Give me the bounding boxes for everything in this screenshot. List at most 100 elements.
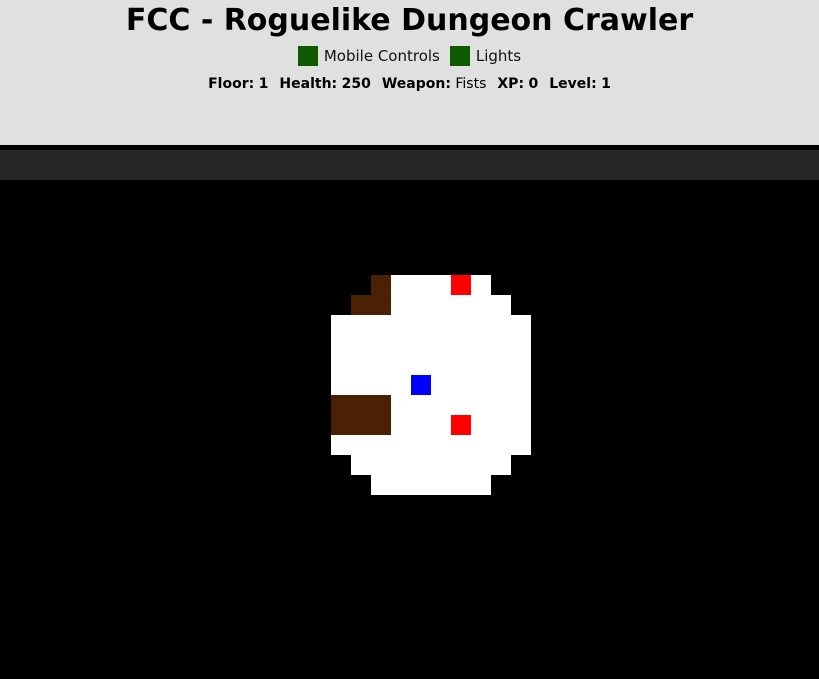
floor-tile	[391, 455, 411, 475]
floor-tile	[331, 355, 351, 375]
floor-tile	[331, 335, 351, 355]
floor-tile	[411, 275, 431, 295]
floor-tile	[471, 475, 491, 495]
floor-tile	[451, 315, 471, 335]
floor-tile	[511, 395, 531, 415]
floor-tile	[371, 435, 391, 455]
stat-weapon: Weapon: Fists	[382, 76, 487, 92]
stat-level-label: Level:	[549, 76, 597, 92]
floor-tile	[511, 375, 531, 395]
floor-tile	[411, 415, 431, 435]
floor-tile	[491, 435, 511, 455]
floor-tile	[431, 295, 451, 315]
floor-tile	[451, 295, 471, 315]
dungeon-board[interactable]	[0, 180, 819, 679]
floor-tile	[391, 475, 411, 495]
floor-tile	[491, 375, 511, 395]
floor-tile	[431, 375, 451, 395]
floor-tile	[451, 475, 471, 495]
floor-tile	[411, 355, 431, 375]
stat-health-value: 250	[341, 76, 371, 92]
floor-tile	[491, 295, 511, 315]
floor-tile	[391, 275, 411, 295]
stat-weapon-label: Weapon:	[381, 76, 451, 92]
floor-tile	[391, 355, 411, 375]
floor-tile	[411, 315, 431, 335]
floor-tile	[491, 355, 511, 375]
wall-tile	[371, 395, 391, 415]
mobile-controls-toggle[interactable]: Mobile Controls	[297, 46, 440, 66]
mobile-controls-checkbox[interactable]	[297, 46, 318, 66]
floor-tile	[431, 335, 451, 355]
enemy-tile	[451, 415, 471, 435]
floor-tile	[511, 435, 531, 455]
floor-tile	[471, 375, 491, 395]
floor-tile	[331, 315, 351, 335]
stat-health-label: Health:	[279, 76, 338, 92]
floor-tile	[351, 355, 371, 375]
stat-floor-label: Floor:	[208, 76, 255, 92]
floor-tile	[331, 375, 351, 395]
wall-tile	[371, 415, 391, 435]
wall-tile	[351, 415, 371, 435]
floor-tile	[471, 275, 491, 295]
floor-tile	[431, 315, 451, 335]
floor-tile	[351, 315, 371, 335]
floor-tile	[411, 395, 431, 415]
floor-tile	[351, 455, 371, 475]
game-header: FCC - Roguelike Dungeon Crawler Mobile C…	[0, 0, 819, 145]
floor-tile	[351, 435, 371, 455]
floor-tile	[371, 455, 391, 475]
lights-checkbox[interactable]	[449, 46, 470, 66]
floor-tile	[451, 335, 471, 355]
floor-tile	[511, 415, 531, 435]
wall-tile	[351, 295, 371, 315]
floor-tile	[391, 335, 411, 355]
wall-tile	[331, 395, 351, 415]
floor-tile	[431, 455, 451, 475]
floor-tile	[371, 335, 391, 355]
floor-tile	[511, 315, 531, 335]
stat-health: Health: 250	[279, 76, 370, 92]
floor-tile	[431, 435, 451, 455]
floor-tile	[371, 315, 391, 335]
stat-weapon-value: Fists	[455, 76, 487, 92]
floor-tile	[491, 335, 511, 355]
floor-tile	[411, 335, 431, 355]
floor-tile	[391, 315, 411, 335]
lights-toggle[interactable]: Lights	[449, 46, 521, 66]
wall-tile	[351, 395, 371, 415]
stat-level: Level: 1	[549, 76, 611, 92]
floor-tile	[431, 275, 451, 295]
floor-tile	[511, 335, 531, 355]
stat-xp-value: 0	[528, 76, 539, 92]
floor-tile	[371, 375, 391, 395]
mobile-controls-label: Mobile Controls	[323, 47, 440, 65]
stats-bar: Floor: 1 Health: 250 Weapon: Fists XP: 0…	[0, 76, 819, 92]
floor-tile	[451, 455, 471, 475]
floor-tile	[471, 455, 491, 475]
floor-tile	[411, 475, 431, 495]
stat-xp: XP: 0	[497, 76, 538, 92]
floor-tile	[451, 395, 471, 415]
floor-tile	[391, 395, 411, 415]
toggle-row: Mobile Controls Lights	[0, 46, 819, 66]
floor-tile	[471, 295, 491, 315]
floor-tile	[431, 395, 451, 415]
floor-tile	[471, 355, 491, 375]
floor-tile	[351, 375, 371, 395]
floor-tile	[431, 475, 451, 495]
floor-tile	[491, 415, 511, 435]
floor-tile	[471, 395, 491, 415]
floor-tile	[471, 315, 491, 335]
floor-tile	[371, 475, 391, 495]
floor-tile	[411, 455, 431, 475]
wall-tile	[331, 415, 351, 435]
floor-tile	[471, 415, 491, 435]
stat-xp-label: XP:	[497, 76, 525, 92]
game-title: FCC - Roguelike Dungeon Crawler	[125, 3, 694, 38]
floor-tile	[431, 355, 451, 375]
floor-tile	[391, 375, 411, 395]
floor-tile	[511, 355, 531, 375]
floor-tile	[491, 395, 511, 415]
